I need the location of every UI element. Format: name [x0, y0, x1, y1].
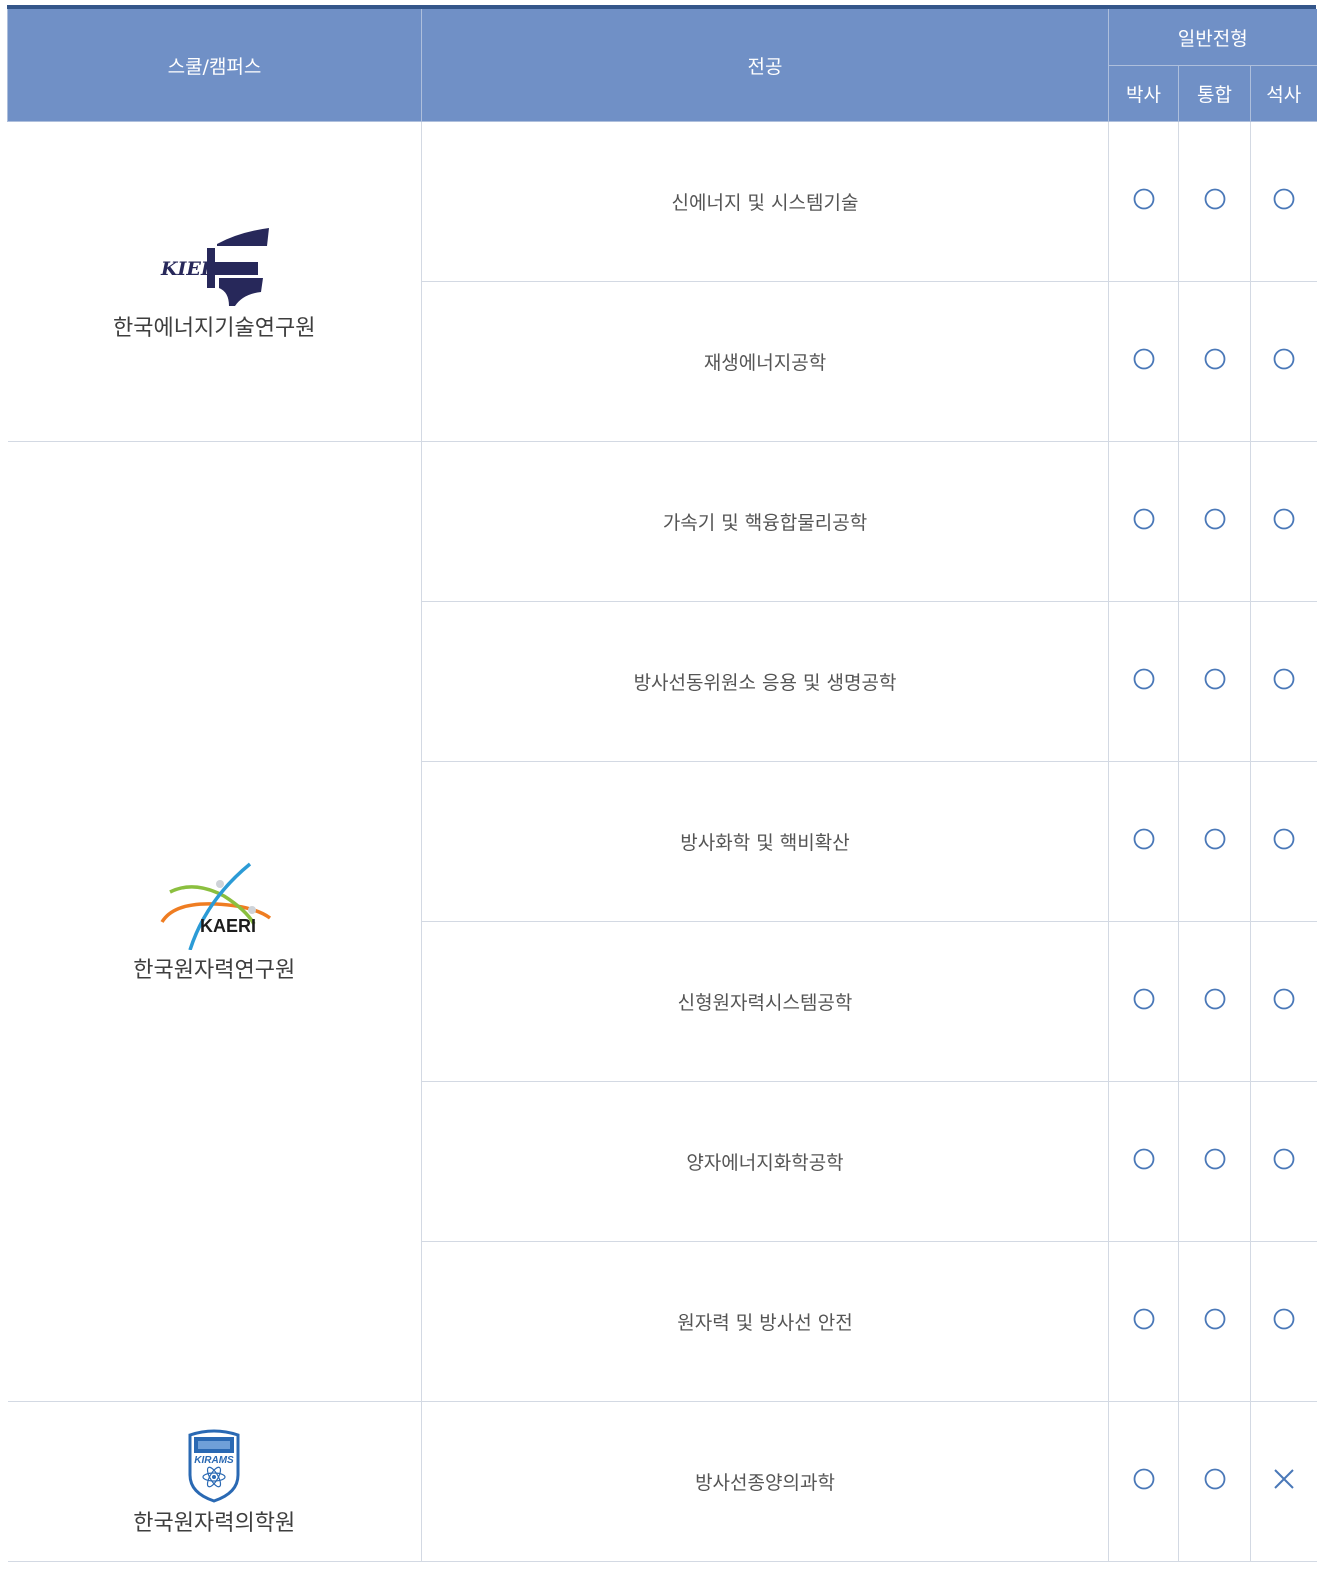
masters-column-header: 석사	[1249, 65, 1317, 122]
circle-mark-icon	[1204, 1468, 1226, 1490]
integrated-cell	[1178, 281, 1251, 442]
circle-mark-icon	[1133, 1468, 1155, 1490]
circle-mark-icon	[1204, 188, 1226, 210]
major-cell: 원자력 및 방사선 안전	[421, 1241, 1109, 1402]
circle-mark-icon	[1204, 508, 1226, 530]
kirams-logo-text: KIRAMS	[195, 1455, 235, 1466]
circle-mark-icon	[1204, 1148, 1226, 1170]
school-name: 한국에너지기술연구원	[113, 315, 316, 341]
phd-cell	[1108, 121, 1179, 282]
phd-column-header: 박사	[1108, 65, 1179, 122]
school-cell-kaeri: KAERI 한국원자력연구원	[7, 441, 422, 1402]
admission-table: 스쿨/캠퍼스 전공 일반전형 박사 통합 석사 KIER 한국에너지기술연구원	[7, 9, 1317, 1562]
admission-type-header: 일반전형	[1107, 9, 1317, 66]
phd-cell	[1108, 281, 1179, 442]
kaeri-logo: KAERI	[160, 862, 272, 950]
circle-mark-icon	[1133, 188, 1155, 210]
integrated-cell	[1178, 601, 1251, 762]
major-cell: 방사화학 및 핵비확산	[421, 761, 1109, 922]
circle-mark-icon	[1273, 988, 1295, 1010]
circle-mark-icon	[1273, 828, 1295, 850]
circle-mark-icon	[1204, 828, 1226, 850]
circle-mark-icon	[1273, 1308, 1295, 1330]
circle-mark-icon	[1273, 188, 1295, 210]
masters-cell	[1249, 601, 1317, 762]
integrated-cell	[1178, 921, 1251, 1082]
major-cell: 방사선종양의과학	[421, 1401, 1109, 1562]
kier-logo: KIER	[160, 227, 270, 306]
major-cell: 방사선동위원소 응용 및 생명공학	[421, 601, 1109, 762]
integrated-column-header: 통합	[1178, 65, 1251, 122]
circle-mark-icon	[1273, 508, 1295, 530]
circle-mark-icon	[1204, 668, 1226, 690]
phd-cell	[1108, 1081, 1179, 1242]
phd-cell	[1108, 1401, 1179, 1562]
phd-cell	[1108, 921, 1179, 1082]
circle-mark-icon	[1133, 828, 1155, 850]
school-name: 한국원자력연구원	[133, 957, 296, 983]
table-row: KIRAMS 한국원자력의학원 방사선종양의과학	[7, 1401, 1317, 1562]
table-row: KIER 한국에너지기술연구원 신에너지 및 시스템기술	[7, 121, 1317, 442]
phd-cell	[1108, 1241, 1179, 1402]
phd-cell	[1108, 441, 1179, 602]
kier-logo-text: KIER	[160, 258, 217, 280]
circle-mark-icon	[1133, 1308, 1155, 1330]
masters-cell	[1249, 1241, 1317, 1402]
major-column-header: 전공	[421, 9, 1109, 122]
masters-cell	[1249, 921, 1317, 1082]
integrated-cell	[1178, 121, 1251, 282]
major-cell: 가속기 및 핵융합물리공학	[421, 441, 1109, 602]
school-cell-kirams: KIRAMS 한국원자력의학원	[7, 1401, 422, 1562]
circle-mark-icon	[1273, 1148, 1295, 1170]
masters-cell	[1249, 1081, 1317, 1242]
masters-cell	[1249, 281, 1317, 442]
school-name: 한국원자력의학원	[133, 1510, 296, 1536]
circle-mark-icon	[1273, 348, 1295, 370]
masters-cell	[1249, 441, 1317, 602]
masters-cell	[1249, 121, 1317, 282]
circle-mark-icon	[1204, 988, 1226, 1010]
circle-mark-icon	[1204, 348, 1226, 370]
kirams-logo: KIRAMS	[188, 1429, 240, 1503]
circle-mark-icon	[1204, 1308, 1226, 1330]
circle-mark-icon	[1133, 988, 1155, 1010]
major-cell: 신형원자력시스템공학	[421, 921, 1109, 1082]
circle-mark-icon	[1273, 668, 1295, 690]
major-cell: 신에너지 및 시스템기술	[421, 121, 1109, 282]
circle-mark-icon	[1133, 508, 1155, 530]
masters-cell	[1249, 761, 1317, 922]
school-column-header: 스쿨/캠퍼스	[7, 9, 422, 122]
phd-cell	[1108, 601, 1179, 762]
kaeri-logo-text: KAERI	[200, 916, 256, 936]
cross-mark-icon	[1273, 1468, 1295, 1490]
major-cell: 재생에너지공학	[421, 281, 1109, 442]
circle-mark-icon	[1133, 348, 1155, 370]
circle-mark-icon	[1133, 1148, 1155, 1170]
masters-cell	[1249, 1401, 1317, 1562]
major-cell: 양자에너지화학공학	[421, 1081, 1109, 1242]
school-cell-kier: KIER 한국에너지기술연구원	[7, 121, 422, 442]
circle-mark-icon	[1133, 668, 1155, 690]
integrated-cell	[1178, 1241, 1251, 1402]
integrated-cell	[1178, 441, 1251, 602]
table-row: KAERI 한국원자력연구원 가속기 및 핵융합물리공학	[7, 441, 1317, 1402]
phd-cell	[1108, 761, 1179, 922]
integrated-cell	[1178, 1081, 1251, 1242]
integrated-cell	[1178, 761, 1251, 922]
integrated-cell	[1178, 1401, 1251, 1562]
